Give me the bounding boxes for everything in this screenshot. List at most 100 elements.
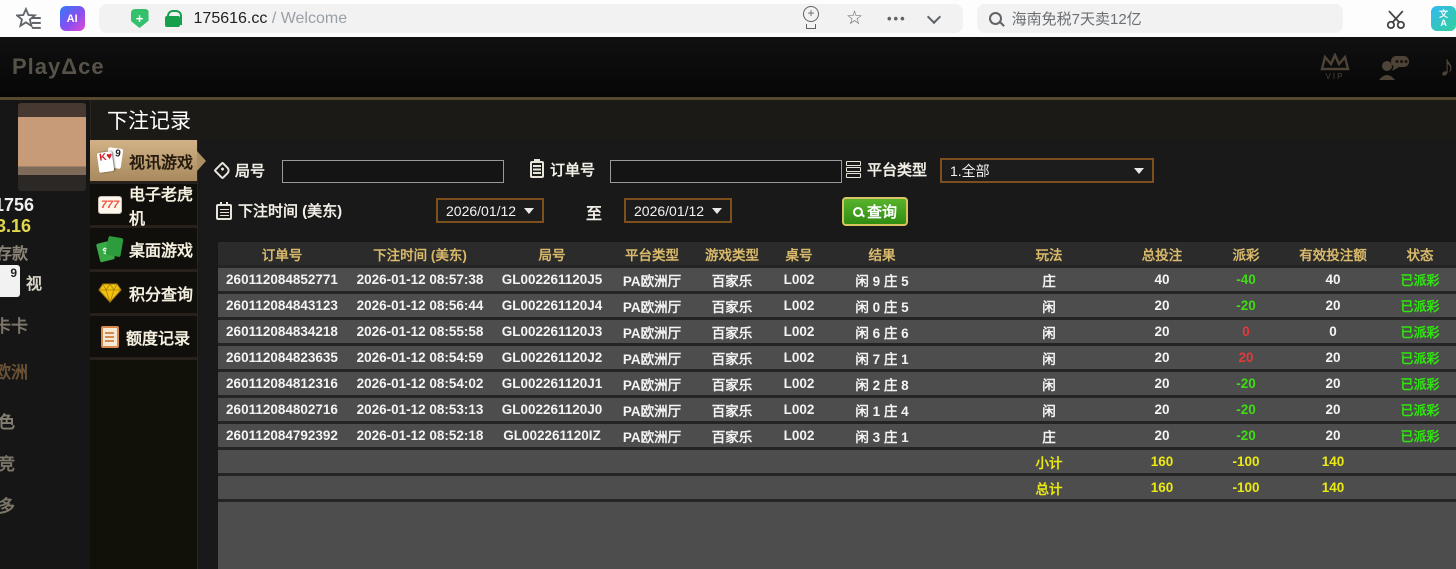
- sidebar-item-label: 电子老虎机: [129, 181, 197, 229]
- search-box[interactable]: [977, 4, 1344, 33]
- cell-status: 已派彩: [1384, 296, 1456, 315]
- total-payout: -100: [1210, 480, 1282, 495]
- round-number-input[interactable]: [282, 160, 504, 183]
- cell-round: GL002261120J1: [494, 376, 610, 391]
- total-label: 总计: [984, 478, 1114, 498]
- music-note-icon[interactable]: ♪: [1438, 50, 1456, 84]
- green-cards-icon: $: [98, 237, 122, 261]
- query-button[interactable]: 查询: [842, 197, 908, 226]
- scissors-icon[interactable]: [1385, 7, 1409, 31]
- sidebar-item-label: 积分查询: [129, 281, 193, 305]
- ai-assistant-icon[interactable]: AI: [60, 6, 85, 31]
- sidebar-item-quota-records[interactable]: 额度记录: [90, 316, 197, 360]
- chevron-down-icon[interactable]: [927, 9, 941, 23]
- cell-bet: 20: [1114, 428, 1210, 443]
- cell-time: 2026-01-12 08:55:58: [346, 324, 494, 339]
- sidebar-item-video-games[interactable]: 9 K♥ 视讯游戏: [90, 140, 197, 184]
- calendar-icon: [216, 204, 232, 220]
- cell-result: 闲 6 庄 6: [828, 322, 936, 342]
- translate-icon[interactable]: 文 A: [1431, 6, 1456, 31]
- cell-round: GL002261120J3: [494, 324, 610, 339]
- col-time: 下注时间 (美东): [346, 244, 494, 264]
- cell-result: 闲 3 庄 1: [828, 426, 936, 446]
- search-input[interactable]: [1012, 10, 1312, 27]
- cell-valid: 20: [1282, 350, 1384, 365]
- playing-cards-icon: 9 K♥: [98, 148, 122, 174]
- browser-toolbar: AI + 175616.cc / Welcome ☆ ••• 文 A: [0, 0, 1456, 37]
- cell-status: 已派彩: [1384, 322, 1456, 341]
- cell-game: 百家乐: [694, 322, 770, 342]
- table-body: 260112084852771 2026-01-12 08:57:38 GL00…: [218, 268, 1456, 450]
- cell-time: 2026-01-12 08:57:38: [346, 272, 494, 287]
- cell-result: 闲 7 庄 1: [828, 348, 936, 368]
- cell-payout: -20: [1210, 298, 1282, 313]
- lock-icon[interactable]: [165, 10, 180, 28]
- bg-card-icon: 9: [0, 265, 20, 297]
- plus-circle-icon[interactable]: [800, 8, 820, 30]
- cell-status: 已派彩: [1384, 348, 1456, 367]
- bg-se-label: 色: [0, 408, 15, 433]
- cell-table: L002: [770, 350, 828, 365]
- collections-icon[interactable]: [16, 7, 42, 31]
- subtotal-valid: 140: [1282, 454, 1384, 469]
- cell-table: L002: [770, 402, 828, 417]
- table-row: 260112084852771 2026-01-12 08:57:38 GL00…: [218, 268, 1456, 294]
- vip-label: VIP: [1326, 72, 1345, 81]
- address-bar[interactable]: + 175616.cc / Welcome ☆ •••: [99, 4, 963, 33]
- vip-crown-icon[interactable]: VIP: [1320, 53, 1350, 81]
- table-row: 260112084812316 2026-01-12 08:54:02 GL00…: [218, 372, 1456, 398]
- date-to-picker[interactable]: 2026/01/12: [624, 198, 732, 223]
- slot-777-icon: 777: [98, 196, 122, 214]
- table-row: 260112084843123 2026-01-12 08:56:44 GL00…: [218, 294, 1456, 320]
- cell-bet: 20: [1114, 350, 1210, 365]
- favorite-star-icon[interactable]: ☆: [846, 7, 863, 30]
- cell-play: 闲: [984, 348, 1114, 368]
- cell-bet: 20: [1114, 402, 1210, 417]
- page-url[interactable]: 175616.cc / Welcome: [194, 10, 348, 28]
- cell-time: 2026-01-12 08:56:44: [346, 298, 494, 313]
- security-shield-icon[interactable]: +: [131, 9, 149, 28]
- cell-order: 260112084812316: [218, 376, 346, 391]
- cell-play: 闲: [984, 322, 1114, 342]
- list-icon: [846, 161, 861, 178]
- order-number-input[interactable]: [610, 160, 842, 183]
- col-payout: 派彩: [1210, 244, 1282, 264]
- caret-down-icon: [524, 208, 534, 214]
- cell-play: 闲: [984, 296, 1114, 316]
- customer-service-icon[interactable]: [1378, 54, 1410, 80]
- sidebar: 9 K♥ 视讯游戏 777 电子老虎机 $ 桌面游戏 积分查询: [90, 140, 198, 569]
- url-suffix: / Welcome: [267, 10, 347, 27]
- url-host: 175616.cc: [194, 10, 268, 27]
- cell-valid: 20: [1282, 428, 1384, 443]
- ellipsis-icon[interactable]: •••: [887, 11, 907, 26]
- cell-result: 闲 0 庄 5: [828, 296, 936, 316]
- sidebar-item-table-games[interactable]: $ 桌面游戏: [90, 228, 197, 272]
- cell-time: 2026-01-12 08:54:59: [346, 350, 494, 365]
- sidebar-item-points-query[interactable]: 积分查询: [90, 272, 197, 316]
- platform-type-label-group: 平台类型: [846, 159, 927, 180]
- cell-valid: 20: [1282, 402, 1384, 417]
- cell-bet: 40: [1114, 272, 1210, 287]
- cell-table: L002: [770, 298, 828, 313]
- cell-round: GL002261120J4: [494, 298, 610, 313]
- subtotal-row: 小计 160 -100 140: [218, 450, 1456, 476]
- cell-table: L002: [770, 376, 828, 391]
- subtotal-payout: -100: [1210, 454, 1282, 469]
- caret-down-icon: [712, 208, 722, 214]
- cell-round: GL002261120IZ: [494, 428, 610, 443]
- cell-result: 闲 1 庄 4: [828, 400, 936, 420]
- order-number-label-group: 订单号: [530, 159, 595, 180]
- platform-type-select[interactable]: 1.全部: [940, 158, 1154, 183]
- bg-deposit-label: 存款: [0, 240, 28, 264]
- cell-play: 闲: [984, 400, 1114, 420]
- cell-valid: 20: [1282, 298, 1384, 313]
- bg-kaka-label: 卡卡: [0, 312, 28, 337]
- col-round: 局号: [494, 244, 610, 264]
- sidebar-item-slots[interactable]: 777 电子老虎机: [90, 184, 197, 228]
- cell-round: GL002261120J2: [494, 350, 610, 365]
- playace-logo[interactable]: PlayΔce: [12, 54, 105, 80]
- cell-round: GL002261120J5: [494, 272, 610, 287]
- clipboard-icon: [530, 161, 544, 178]
- date-from-picker[interactable]: 2026/01/12: [436, 198, 544, 223]
- document-icon: [101, 326, 119, 348]
